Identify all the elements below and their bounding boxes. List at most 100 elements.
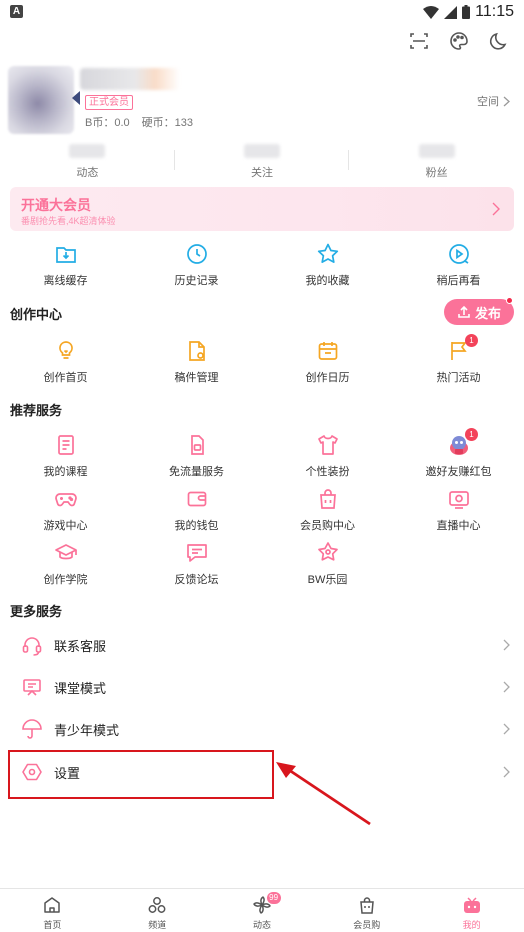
live-tv-icon bbox=[448, 491, 469, 509]
publish-button[interactable]: 发布 bbox=[444, 299, 514, 325]
nav-label: 首页 bbox=[43, 920, 62, 930]
stat-following[interactable]: 关注 bbox=[175, 142, 350, 182]
member-shop-center[interactable]: 会员购中心 bbox=[262, 486, 393, 533]
nav-member-shop[interactable]: 会员购 bbox=[314, 889, 419, 932]
star-icon bbox=[317, 243, 338, 263]
profile-stats: 动态 关注 粉丝 bbox=[0, 142, 524, 182]
night-mode-moon-icon[interactable] bbox=[488, 30, 510, 52]
chevron-right-icon bbox=[503, 681, 510, 693]
stat-value-blurred bbox=[418, 144, 455, 158]
nav-label: 会员购 bbox=[353, 920, 381, 930]
free-data-service[interactable]: 免流量服务 bbox=[131, 432, 262, 479]
service-label: 直播中心 bbox=[436, 520, 481, 532]
avatar[interactable] bbox=[8, 66, 74, 134]
vip-banner[interactable]: 开通大会员 番剧抢先看,4K超清体验 bbox=[10, 187, 514, 231]
annotation-arrow bbox=[276, 762, 371, 826]
quick-action-watch-later[interactable]: 稍后再看 bbox=[393, 241, 524, 288]
classroom-mode-row[interactable]: 课堂模式 bbox=[0, 666, 524, 708]
recommended-services-title: 推荐服务 bbox=[10, 403, 63, 418]
quick-actions: 离线缓存 历史记录 我的收藏 稍后再看 bbox=[0, 241, 524, 288]
service-label: 我的课程 bbox=[43, 466, 88, 478]
quick-action-offline-cache[interactable]: 离线缓存 bbox=[0, 241, 131, 288]
service-label: 个性装扮 bbox=[305, 466, 350, 478]
chevron-right-icon bbox=[492, 202, 500, 216]
channels-icon bbox=[148, 897, 166, 913]
nav-label: 频道 bbox=[148, 920, 167, 930]
b-coin-balance: B币：0.0 bbox=[85, 117, 130, 129]
space-link[interactable]: 空间 bbox=[477, 93, 510, 109]
creator-academy[interactable]: 创作学院 bbox=[0, 540, 131, 587]
service-label: 创作学院 bbox=[43, 574, 88, 586]
quick-action-label: 稍后再看 bbox=[436, 275, 481, 287]
recommended-services-row-1: 我的课程 免流量服务 个性装扮 1 邀好友赚红包 bbox=[0, 428, 524, 479]
signal-icon bbox=[444, 5, 458, 19]
row-label: 青少年模式 bbox=[54, 722, 120, 738]
upload-icon bbox=[458, 305, 470, 318]
more-services-title: 更多服务 bbox=[10, 604, 63, 619]
notification-app-icon: A bbox=[10, 5, 23, 18]
quick-action-label: 离线缓存 bbox=[43, 275, 88, 287]
stat-followers[interactable]: 粉丝 bbox=[349, 142, 524, 182]
stat-value-blurred bbox=[69, 144, 106, 158]
service-label: BW乐园 bbox=[307, 574, 348, 586]
stat-label: 关注 bbox=[251, 167, 273, 179]
recommended-services-row-2: 游戏中心 我的钱包 会员购中心 直播中心 bbox=[0, 486, 524, 533]
service-label: 游戏中心 bbox=[43, 520, 88, 532]
creation-home[interactable]: 创作首页 bbox=[0, 338, 131, 385]
creation-calendar[interactable]: 创作日历 bbox=[262, 338, 393, 385]
live-center[interactable]: 直播中心 bbox=[393, 486, 524, 533]
quick-action-history[interactable]: 历史记录 bbox=[131, 241, 262, 288]
creation-center-grid: 创作首页 稿件管理 创作日历 1 热门活动 bbox=[0, 334, 524, 385]
headset-icon bbox=[22, 637, 42, 656]
theme-palette-icon[interactable] bbox=[448, 30, 470, 52]
bw-star-icon bbox=[317, 542, 338, 561]
teen-mode-row[interactable]: 青少年模式 bbox=[0, 708, 524, 750]
stat-dynamics[interactable]: 动态 bbox=[0, 142, 175, 182]
quick-action-favorites[interactable]: 我的收藏 bbox=[262, 241, 393, 288]
creation-center-title: 创作中心 bbox=[10, 307, 63, 322]
nav-dynamics[interactable]: 99 动态 bbox=[210, 889, 315, 932]
hard-coin-balance: 硬币：133 bbox=[141, 117, 193, 129]
nav-badge: 99 bbox=[266, 892, 281, 904]
invite-friends[interactable]: 1 邀好友赚红包 bbox=[393, 428, 524, 479]
clock-time: 11:15 bbox=[475, 3, 514, 20]
service-label: 反馈论坛 bbox=[174, 574, 219, 586]
publish-label: 发布 bbox=[474, 305, 501, 321]
my-courses[interactable]: 我的课程 bbox=[0, 432, 131, 479]
classroom-board-icon bbox=[23, 679, 41, 696]
my-wallet[interactable]: 我的钱包 bbox=[131, 486, 262, 533]
lightbulb-icon bbox=[58, 341, 73, 359]
bw-park[interactable]: BW乐园 bbox=[262, 540, 393, 587]
tv-mine-icon bbox=[463, 897, 480, 913]
username-blurred bbox=[80, 68, 180, 90]
scan-icon[interactable] bbox=[408, 30, 430, 52]
umbrella-icon bbox=[22, 719, 42, 739]
annotation-highlight-box bbox=[8, 750, 274, 799]
quick-action-label: 历史记录 bbox=[174, 275, 219, 287]
member-badge: 正式会员 bbox=[85, 95, 133, 110]
stat-label: 动态 bbox=[76, 167, 99, 179]
service-label: 邀好友赚红包 bbox=[425, 466, 492, 478]
publish-notification-dot bbox=[506, 297, 513, 304]
course-book-icon bbox=[57, 435, 74, 455]
nav-home[interactable]: 首页 bbox=[0, 889, 105, 932]
wallet-icon bbox=[187, 491, 206, 507]
home-icon bbox=[44, 897, 61, 913]
chevron-right-icon bbox=[503, 723, 510, 735]
row-label: 联系客服 bbox=[54, 638, 107, 654]
game-center[interactable]: 游戏中心 bbox=[0, 486, 131, 533]
feedback-forum[interactable]: 反馈论坛 bbox=[131, 540, 262, 587]
nav-channels[interactable]: 频道 bbox=[105, 889, 210, 932]
download-folder-icon bbox=[55, 247, 76, 263]
chevron-right-icon bbox=[503, 766, 510, 778]
manuscript-management[interactable]: 稿件管理 bbox=[131, 338, 262, 385]
shopping-bag-icon bbox=[319, 489, 336, 509]
contact-support-row[interactable]: 联系客服 bbox=[0, 624, 524, 666]
nav-label: 我的 bbox=[462, 920, 481, 930]
nav-mine[interactable]: 我的 bbox=[419, 889, 524, 932]
service-label: 会员购中心 bbox=[300, 520, 355, 532]
personal-decoration[interactable]: 个性装扮 bbox=[262, 432, 393, 479]
creation-item-label: 创作日历 bbox=[305, 372, 350, 384]
hot-activities[interactable]: 1 热门活动 bbox=[393, 334, 524, 385]
graduation-cap-icon bbox=[54, 544, 77, 560]
